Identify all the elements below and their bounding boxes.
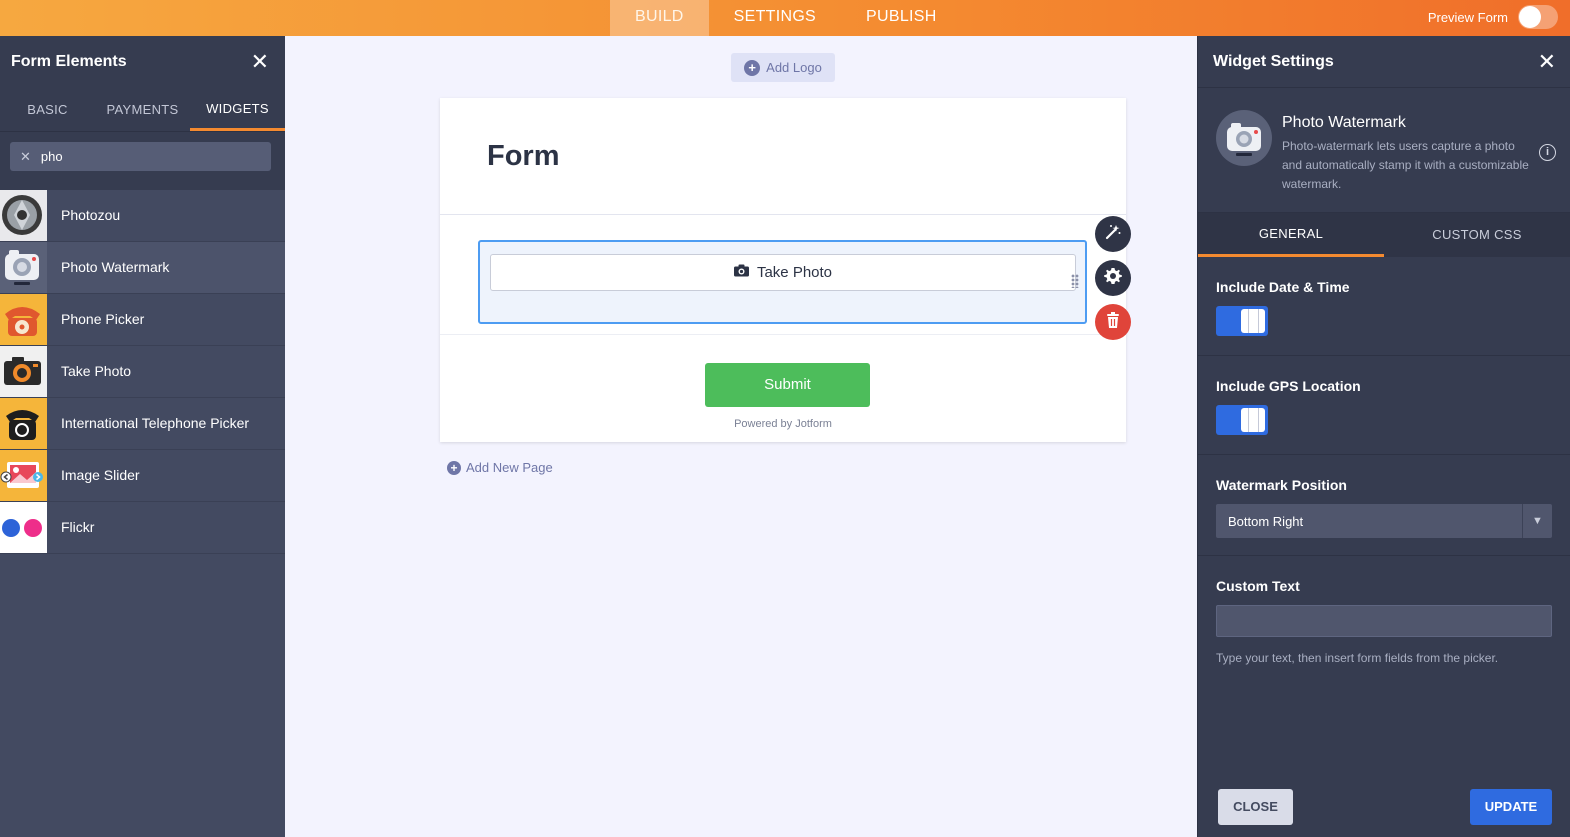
- camera-icon: [0, 242, 47, 293]
- plus-icon: +: [447, 460, 461, 475]
- top-nav: BUILD SETTINGS PUBLISH: [610, 0, 962, 36]
- watermark-position-value: Bottom Right: [1228, 513, 1304, 529]
- list-item-image-slider[interactable]: Image Slider: [0, 450, 285, 502]
- settings-button[interactable]: [1095, 260, 1131, 296]
- preview-form-toggle[interactable]: [1518, 5, 1558, 29]
- take-photo-label: Take Photo: [756, 264, 833, 281]
- form-title[interactable]: Form: [487, 140, 560, 173]
- widget-label: Flickr: [61, 519, 95, 535]
- widget-settings-header: Widget Settings ✕: [1198, 36, 1570, 88]
- magic-wand-button[interactable]: [1095, 216, 1131, 252]
- form-card: Form Take Photo Submit Powered by Jotfor…: [440, 98, 1126, 442]
- tab-build[interactable]: BUILD: [610, 0, 709, 36]
- custom-text-input[interactable]: [1216, 605, 1552, 637]
- watermark-position-select[interactable]: Bottom Right ▼: [1216, 504, 1552, 538]
- widget-label: Phone Picker: [61, 311, 145, 327]
- tab-widgets[interactable]: WIDGETS: [190, 88, 285, 131]
- custom-text-label: Custom Text: [1216, 578, 1300, 594]
- include-gps-toggle[interactable]: [1216, 405, 1268, 435]
- setting-include-date: Include Date & Time: [1198, 257, 1570, 356]
- close-icon[interactable]: ✕: [251, 51, 269, 73]
- widget-name: Photo Watermark: [1282, 114, 1406, 131]
- form-elements-title: Form Elements: [11, 53, 127, 70]
- tab-payments[interactable]: PAYMENTS: [95, 88, 190, 131]
- widget-label: Take Photo: [61, 363, 132, 379]
- tab-custom-css[interactable]: CUSTOM CSS: [1384, 213, 1570, 257]
- widget-label: Photo Watermark: [61, 259, 170, 275]
- tab-publish[interactable]: PUBLISH: [841, 0, 962, 36]
- rotary-phone-icon: [0, 294, 47, 345]
- form-elements-panel: Form Elements ✕ BASIC PAYMENTS WIDGETS ✕…: [0, 36, 285, 837]
- list-item-photozou[interactable]: Photozou: [0, 190, 285, 242]
- toggle-knob: [1241, 309, 1265, 333]
- trash-icon: [1105, 311, 1121, 334]
- widget-settings-title: Widget Settings: [1213, 52, 1334, 70]
- form-elements-header: Form Elements ✕: [0, 36, 285, 88]
- include-gps-label: Include GPS Location: [1216, 378, 1361, 394]
- widget-label: Photozou: [61, 207, 121, 223]
- add-new-page-label: Add New Page: [466, 460, 553, 475]
- camera-icon: [0, 346, 47, 397]
- widget-settings-tabs: GENERAL CUSTOM CSS: [1198, 213, 1570, 257]
- tab-basic[interactable]: BASIC: [0, 88, 95, 131]
- preview-form-label: Preview Form: [1427, 9, 1508, 25]
- widget-description: Photo-watermark lets users capture a pho…: [1282, 139, 1529, 191]
- list-item-international-telephone-picker[interactable]: International Telephone Picker: [0, 398, 285, 450]
- take-photo-field[interactable]: Take Photo: [478, 240, 1087, 324]
- update-button[interactable]: UPDATE: [1470, 789, 1552, 825]
- custom-text-hint: Type your text, then insert form fields …: [1216, 651, 1499, 665]
- camera-icon: [1216, 110, 1272, 166]
- add-logo-label: Add Logo: [766, 60, 822, 75]
- take-photo-button[interactable]: Take Photo: [490, 254, 1076, 291]
- photozou-icon: [0, 190, 47, 241]
- include-date-toggle[interactable]: [1216, 306, 1268, 336]
- list-item-take-photo[interactable]: Take Photo: [0, 346, 285, 398]
- flickr-icon: [0, 502, 47, 553]
- widget-search-wrap: ✕ pho: [0, 132, 285, 190]
- magic-wand-icon: [1104, 223, 1122, 246]
- top-bar: BUILD SETTINGS PUBLISH Preview Form: [0, 0, 1570, 36]
- widget-label: International Telephone Picker: [61, 415, 250, 431]
- list-item-flickr[interactable]: Flickr: [0, 502, 285, 554]
- close-icon[interactable]: ✕: [1538, 50, 1556, 73]
- delete-button[interactable]: [1095, 304, 1131, 340]
- widget-settings-panel: Widget Settings ✕ Photo Watermark Photo-…: [1197, 36, 1570, 837]
- setting-include-gps: Include GPS Location: [1198, 356, 1570, 455]
- telephone-icon: [0, 398, 47, 449]
- divider: [440, 214, 1126, 215]
- powered-by-text: Powered by Jotform: [734, 418, 832, 430]
- info-icon[interactable]: i: [1539, 144, 1556, 161]
- image-slider-icon: [0, 450, 47, 501]
- plus-icon: +: [744, 59, 761, 76]
- tab-general[interactable]: GENERAL: [1198, 213, 1384, 257]
- setting-custom-text: Custom Text Type your text, then insert …: [1198, 556, 1570, 665]
- list-item-photo-watermark[interactable]: Photo Watermark: [0, 242, 285, 294]
- form-canvas: + Add Logo Form Take Photo Submit Powere…: [285, 36, 1197, 837]
- submit-button[interactable]: Submit: [705, 363, 870, 407]
- camera-icon: [733, 264, 749, 281]
- widget-info: Photo Watermark Photo-watermark lets use…: [1198, 88, 1570, 213]
- search-value: pho: [40, 149, 63, 164]
- setting-watermark-position: Watermark Position Bottom Right ▼: [1198, 455, 1570, 556]
- widget-label: Image Slider: [61, 467, 140, 483]
- tab-settings[interactable]: SETTINGS: [709, 0, 841, 36]
- widget-list: Photozou Photo Watermark Phone Picker Ta…: [0, 190, 285, 554]
- preview-form: Preview Form: [1428, 5, 1558, 29]
- close-button[interactable]: CLOSE: [1218, 789, 1293, 825]
- add-new-page-button[interactable]: + Add New Page: [447, 460, 553, 475]
- include-date-label: Include Date & Time: [1216, 279, 1350, 295]
- form-elements-tabs: BASIC PAYMENTS WIDGETS: [0, 88, 285, 132]
- clear-search-icon[interactable]: ✕: [20, 149, 31, 165]
- toggle-knob: [1241, 408, 1265, 432]
- divider: [440, 334, 1126, 335]
- widget-search-input[interactable]: ✕ pho: [10, 142, 271, 171]
- watermark-position-label: Watermark Position: [1216, 477, 1347, 493]
- list-item-phone-picker[interactable]: Phone Picker: [0, 294, 285, 346]
- gear-icon: [1103, 266, 1123, 291]
- add-logo-button[interactable]: + Add Logo: [731, 53, 835, 82]
- chevron-down-icon: ▼: [1522, 504, 1552, 538]
- drag-handle-icon[interactable]: [1071, 274, 1079, 288]
